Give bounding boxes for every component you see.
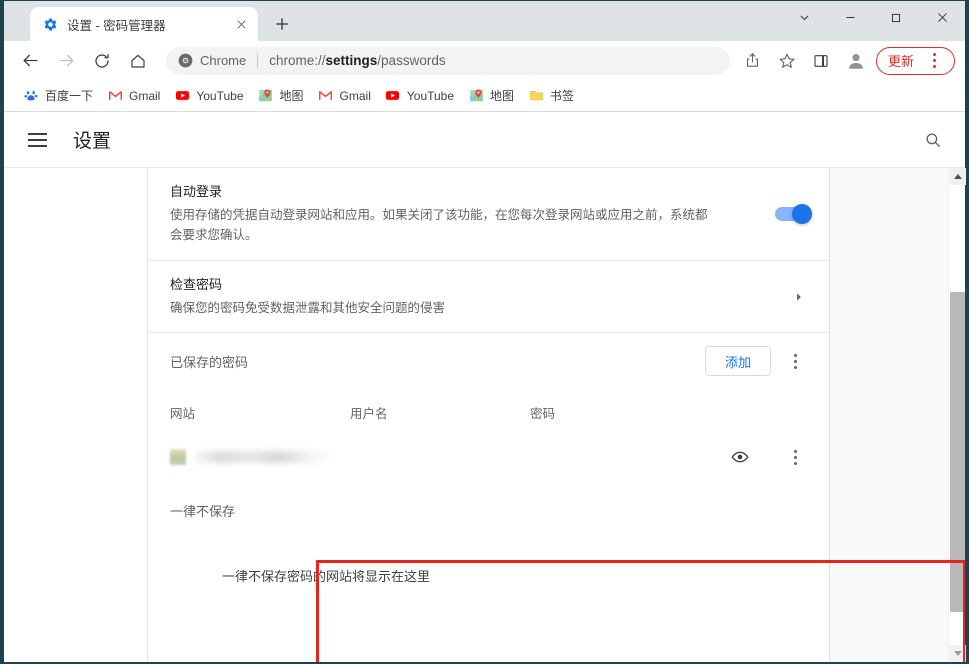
eye-icon[interactable] (727, 444, 753, 470)
site-favicon-icon (170, 449, 186, 466)
cell-actions (699, 443, 809, 471)
bookmark-label: 地图 (279, 89, 304, 103)
saved-passwords-menu-icon[interactable] (781, 347, 809, 375)
star-icon[interactable] (772, 46, 802, 76)
omnibox-separator (257, 53, 259, 68)
gmail-icon (318, 88, 334, 104)
new-tab-button[interactable] (268, 10, 296, 38)
auto-signin-description: 使用存储的凭据自动登录网站和应用。如果关闭了该功能，在您每次登录网站或应用之前，… (170, 207, 708, 243)
folder-icon (528, 88, 544, 104)
table-row[interactable] (170, 435, 809, 479)
check-passwords-title: 检查密码 (170, 277, 223, 293)
window-controls (781, 1, 965, 34)
tab-title: 设置 - 密码管理器 (67, 18, 166, 33)
bookmark-item[interactable]: Gmail (311, 84, 378, 108)
maps-icon (258, 88, 274, 104)
scrollbar-up-arrow[interactable] (949, 168, 966, 185)
check-passwords-row[interactable]: 检查密码 确保您的密码免受数据泄露和其他安全问题的侵害 (148, 261, 829, 334)
scrollbar-thumb[interactable] (950, 292, 965, 612)
auto-signin-row[interactable]: 自动登录 使用存储的凭据自动登录网站和应用。如果关闭了该功能，在您每次登录网站或… (148, 168, 829, 262)
never-saved-title: 一律不保存 (170, 504, 236, 520)
chrome-chip-label: Chrome (200, 53, 247, 68)
search-icon[interactable] (919, 126, 947, 154)
maps-icon (468, 88, 484, 104)
column-header-username: 用户名 (350, 406, 388, 421)
saved-passwords-table: 网站 用户名 密码 (148, 389, 829, 479)
bookmark-item[interactable]: Gmail (100, 84, 167, 108)
youtube-icon (174, 88, 190, 104)
chrome-icon (178, 53, 193, 68)
browser-toolbar: Chrome chrome://settings/passwords 更新 (4, 41, 965, 80)
cell-site (170, 449, 350, 466)
bookmark-folder[interactable]: 书签 (521, 84, 581, 108)
minimize-icon[interactable] (827, 1, 873, 34)
bookmark-label: 书签 (550, 89, 575, 103)
site-value-redacted (195, 451, 330, 464)
column-header-site: 网站 (170, 406, 196, 421)
passwords-card: 自动登录 使用存储的凭据自动登录网站和应用。如果关闭了该功能，在您每次登录网站或… (148, 168, 830, 662)
scrollbar-down-arrow[interactable] (949, 645, 966, 662)
back-arrow-icon[interactable] (15, 46, 45, 76)
profile-avatar[interactable] (841, 46, 870, 75)
gmail-icon (107, 88, 123, 104)
bookmarks-bar: 百度一下 Gmail YouTube 地图 Gmail YouTube 地图 书… (4, 80, 965, 112)
close-icon[interactable] (919, 1, 965, 34)
baidu-icon (23, 88, 39, 104)
vertical-scrollbar[interactable] (948, 168, 966, 662)
page-title: 设置 (73, 131, 112, 152)
bookmark-item[interactable]: 百度一下 (16, 84, 100, 108)
browser-window: 设置 - 密码管理器 Chrome chrome://settings/pass… (0, 0, 969, 664)
auto-signin-text: 自动登录 使用存储的凭据自动登录网站和应用。如果关闭了该功能，在您每次登录网站或… (170, 168, 757, 260)
bookmark-item[interactable]: 地图 (251, 84, 311, 108)
saved-passwords-label: 已保存的密码 (170, 354, 249, 370)
reload-icon[interactable] (87, 46, 117, 76)
auto-signin-toggle[interactable] (775, 204, 812, 225)
hamburger-icon[interactable] (28, 128, 52, 152)
address-bar[interactable]: Chrome chrome://settings/passwords (166, 46, 730, 75)
table-header-row: 网站 用户名 密码 (170, 389, 809, 435)
forward-arrow-icon[interactable] (51, 46, 81, 76)
tab-strip: 设置 - 密码管理器 (4, 1, 965, 41)
bookmark-label: Gmail (129, 88, 161, 103)
chevron-right-icon[interactable] (789, 291, 809, 303)
bookmark-label: 地图 (490, 89, 515, 103)
browser-tab[interactable]: 设置 - 密码管理器 (30, 7, 258, 41)
three-dot-menu-icon[interactable] (920, 47, 948, 75)
bookmark-label: YouTube (196, 88, 244, 103)
gear-icon (42, 16, 58, 32)
update-button-label: 更新 (887, 54, 914, 69)
column-header-password: 密码 (530, 406, 556, 421)
url-text: chrome://settings/passwords (269, 53, 446, 68)
add-password-button[interactable]: 添加 (704, 346, 771, 377)
chrome-brand-chip: Chrome (178, 53, 246, 68)
close-icon[interactable] (232, 15, 250, 33)
never-saved-empty-message: 一律不保存密码的网站将显示在这里 (222, 569, 431, 585)
bookmark-item[interactable]: YouTube (378, 84, 461, 108)
maximize-icon[interactable] (873, 1, 919, 34)
home-icon[interactable] (123, 46, 153, 76)
bookmark-label: YouTube (406, 88, 455, 103)
settings-content: 自动登录 使用存储的凭据自动登录网站和应用。如果关闭了该功能，在您每次登录网站或… (148, 168, 965, 662)
saved-passwords-header: 已保存的密码 添加 (148, 333, 829, 389)
bookmark-item[interactable]: 地图 (461, 84, 521, 108)
chevron-down-icon[interactable] (781, 1, 827, 34)
check-passwords-text: 检查密码 确保您的密码免受数据泄露和其他安全问题的侵害 (170, 261, 789, 332)
never-saved-section: 一律不保存 一律不保存密码的网站将显示在这里 (148, 479, 829, 585)
settings-header: 设置 (4, 112, 965, 168)
row-menu-icon[interactable] (781, 443, 809, 471)
settings-sidebar (4, 168, 148, 662)
youtube-icon (385, 88, 401, 104)
bookmark-item[interactable]: YouTube (167, 84, 250, 108)
share-icon[interactable] (738, 46, 768, 76)
bookmark-label: Gmail (339, 88, 371, 103)
side-panel-icon[interactable] (806, 46, 836, 76)
update-button[interactable]: 更新 (875, 46, 955, 75)
bookmark-label: 百度一下 (45, 89, 94, 103)
auto-signin-title: 自动登录 (170, 184, 223, 199)
settings-page: 自动登录 使用存储的凭据自动登录网站和应用。如果关闭了该功能，在您每次登录网站或… (4, 168, 965, 662)
check-passwords-description: 确保您的密码免受数据泄露和其他安全问题的侵害 (170, 300, 446, 315)
